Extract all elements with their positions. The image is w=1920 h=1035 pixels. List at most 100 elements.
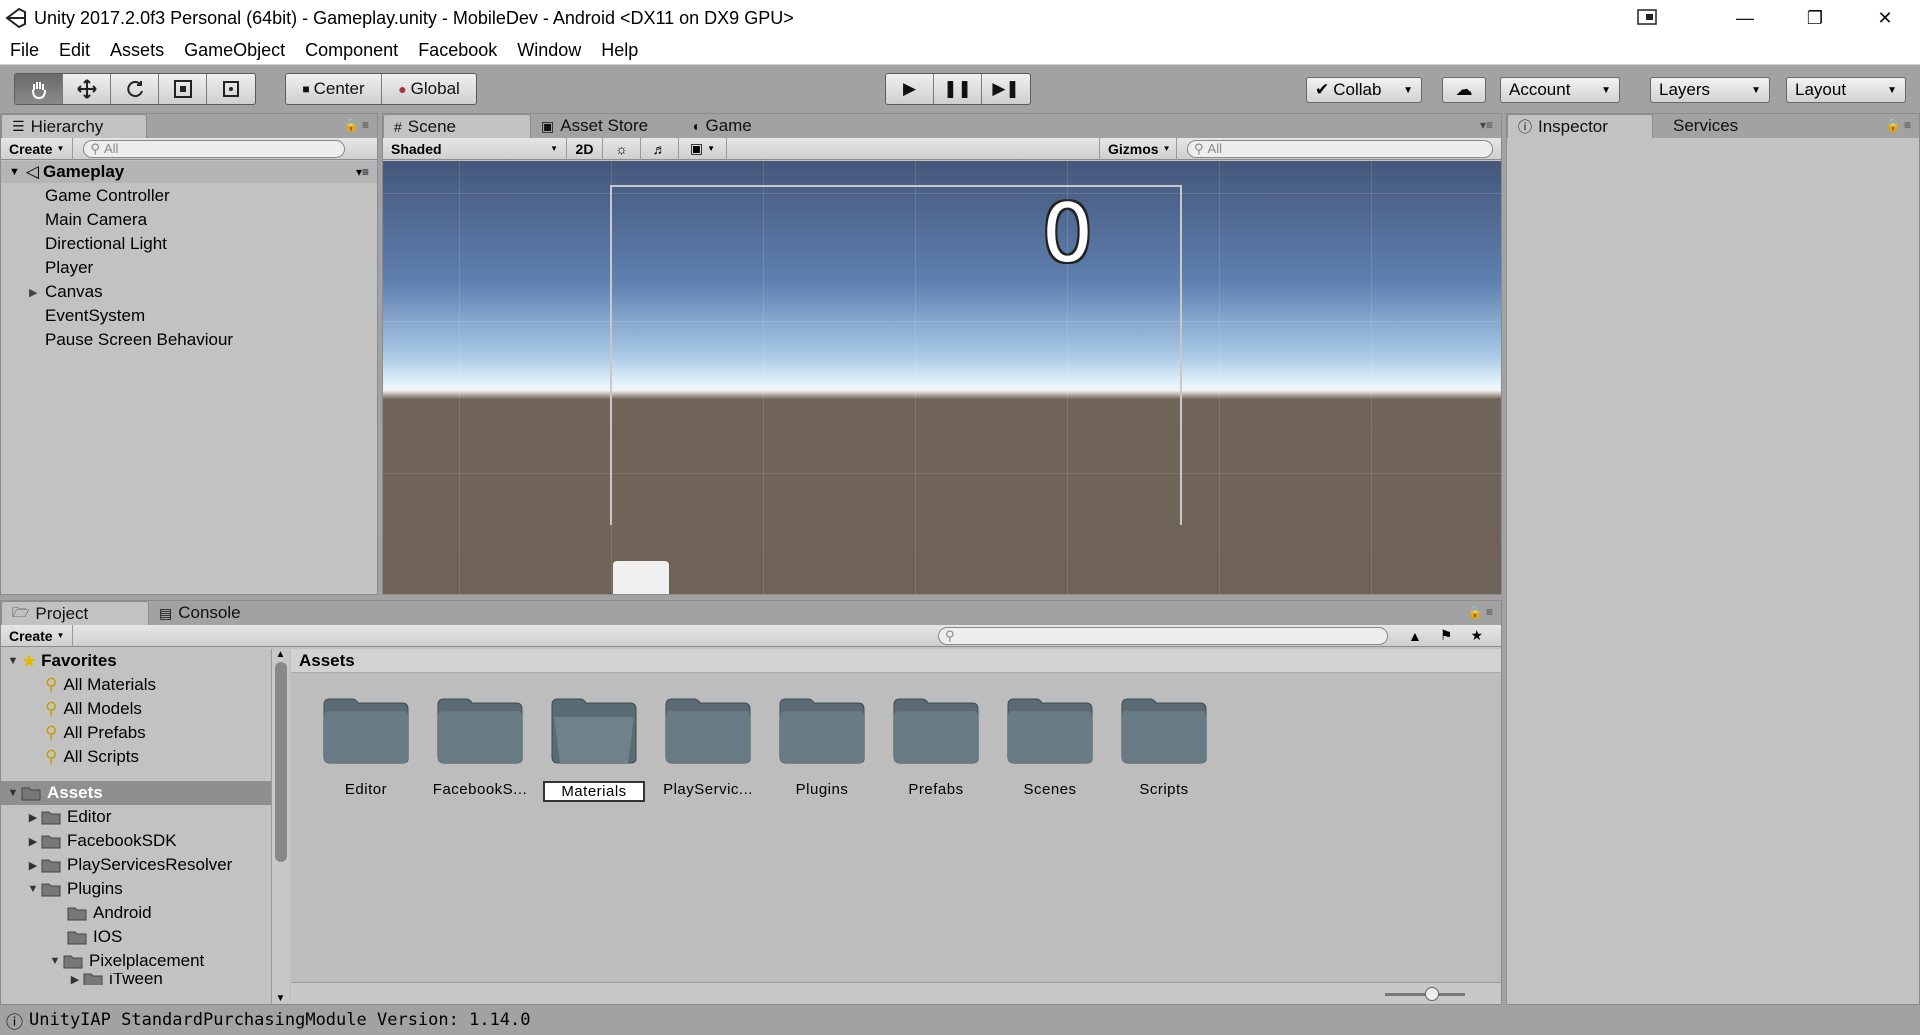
expand-arrow-icon[interactable]: ▼ [5, 787, 21, 799]
filter-type-icon[interactable]: ▲ [1408, 628, 1422, 644]
hierarchy-search-input[interactable]: ⚲ All [83, 139, 346, 158]
menu-facebook[interactable]: Facebook [408, 40, 507, 61]
asset-folder[interactable]: Scenes [995, 697, 1105, 798]
status-message[interactable]: UnityIAP StandardPurchasingModule Versio… [29, 1010, 531, 1030]
hierarchy-item[interactable]: ▶ Canvas [1, 280, 233, 304]
scene-header[interactable]: ▼ ◁ Gameplay ▾≡ [1, 161, 377, 183]
asset-folder[interactable]: Plugins [767, 697, 877, 798]
audio-toggle[interactable]: ♬ [641, 137, 679, 160]
gizmos-dropdown[interactable]: Gizmos ▼ [1099, 137, 1177, 160]
rect-tool-button[interactable] [207, 74, 255, 104]
menu-component[interactable]: Component [295, 40, 408, 61]
tree-folder-item[interactable]: ▶ FacebookSDK [1, 829, 271, 853]
hierarchy-item[interactable]: Game Controller [1, 184, 233, 208]
filter-label-icon[interactable]: ⚑ [1440, 627, 1453, 644]
scroll-down-icon[interactable]: ▼ [272, 993, 289, 1004]
scroll-up-icon[interactable]: ▲ [272, 649, 289, 660]
step-button[interactable]: ▶❚ [982, 74, 1030, 104]
expand-arrow-icon[interactable]: ▶ [25, 859, 41, 872]
asset-folder[interactable]: Prefabs [881, 697, 991, 798]
space-global-button[interactable]: ● Global [382, 74, 476, 104]
assets-root-item[interactable]: ▼ Assets [1, 781, 271, 805]
tree-folder-item[interactable]: ▼ Pixelplacement [1, 949, 271, 973]
ui-pause-button[interactable] [613, 561, 669, 594]
hierarchy-item[interactable]: Directional Light [1, 232, 233, 256]
expand-arrow-icon[interactable]: ▼ [25, 883, 41, 895]
cloud-button[interactable]: ☁ [1442, 77, 1486, 103]
lighting-toggle[interactable]: ☼ [603, 137, 641, 160]
tree-folder-item[interactable]: ▶ Editor [1, 805, 271, 829]
scrollbar-thumb[interactable] [274, 662, 287, 862]
menu-file[interactable]: File [0, 40, 49, 61]
slider-thumb[interactable] [1425, 987, 1439, 1001]
scene-viewport[interactable]: 0 [383, 161, 1501, 594]
icon-size-slider[interactable] [1385, 987, 1465, 1001]
close-button[interactable]: ✕ [1850, 0, 1920, 36]
expand-arrow-icon[interactable]: ▶ [67, 973, 83, 986]
effects-dropdown[interactable]: ▣ ▼ [679, 137, 727, 160]
rotate-tool-button[interactable] [111, 74, 159, 104]
tab-scene[interactable]: # Scene [383, 114, 531, 138]
panel-menu-icon[interactable]: ▾≡ [1480, 118, 1493, 132]
minimize-button[interactable]: — [1710, 0, 1780, 36]
create-dropdown[interactable]: Create ▼ [1, 137, 74, 160]
favorite-item[interactable]: ⚲ All Prefabs [1, 721, 271, 745]
play-button[interactable]: ▶ [886, 74, 934, 104]
expand-arrow-icon[interactable]: ▶ [25, 811, 41, 824]
expand-arrow-icon[interactable]: ▶ [29, 286, 37, 299]
favorite-item[interactable]: ⚲ All Materials [1, 673, 271, 697]
project-search-input[interactable]: ⚲ [938, 626, 1389, 645]
tab-inspector[interactable]: ⓘ Inspector [1507, 114, 1653, 138]
pivot-center-button[interactable]: ■ Center [286, 74, 382, 104]
tab-hierarchy[interactable]: ☰ Hierarchy [1, 114, 147, 138]
menu-help[interactable]: Help [591, 40, 648, 61]
tree-folder-item[interactable]: IOS [1, 925, 271, 949]
notification-icon[interactable] [1636, 6, 1660, 28]
collab-dropdown[interactable]: ✔ Collab ▼ [1306, 77, 1422, 103]
tab-game[interactable]: ◖ Game [681, 114, 762, 138]
layers-dropdown[interactable]: Layers ▼ [1650, 77, 1770, 103]
move-tool-button[interactable] [63, 74, 111, 104]
shading-mode-dropdown[interactable]: Shaded ▼ [383, 137, 567, 160]
scene-menu-icon[interactable]: ▾≡ [356, 165, 369, 179]
favorite-star-icon[interactable]: ★ [1470, 627, 1483, 644]
asset-folder[interactable]: PlayServic... [653, 697, 763, 798]
tab-asset-store[interactable]: ▣ Asset Store [531, 114, 681, 138]
menu-window[interactable]: Window [507, 40, 591, 61]
hand-tool-button[interactable] [15, 74, 63, 104]
scene-search-input[interactable]: ⚲ All [1187, 139, 1493, 158]
favorite-item[interactable]: ⚲ All Models [1, 697, 271, 721]
hierarchy-item[interactable]: Pause Screen Behaviour [1, 328, 233, 352]
pause-button[interactable]: ❚❚ [934, 74, 982, 104]
favorite-item[interactable]: ⚲ All Scripts [1, 745, 271, 769]
lock-icon[interactable]: 🔒 ≡ [344, 118, 369, 132]
asset-folder[interactable]: Scripts [1109, 697, 1219, 798]
tree-scrollbar[interactable]: ▲ ▼ [271, 649, 289, 1004]
tree-folder-item[interactable]: ▶ iTween [1, 973, 271, 985]
lock-icon[interactable]: 🔒 ≡ [1886, 118, 1911, 132]
tree-folder-item[interactable]: ▼ Plugins [1, 877, 271, 901]
tab-project[interactable]: 🗁 Project [1, 601, 149, 625]
asset-folder-selected[interactable]: Materials [539, 697, 649, 802]
scale-tool-button[interactable] [159, 74, 207, 104]
favorites-header[interactable]: ▼ ★ Favorites [1, 649, 271, 673]
tab-services[interactable]: Services [1653, 114, 1748, 138]
hierarchy-item[interactable]: EventSystem [1, 304, 233, 328]
hierarchy-item[interactable]: Player [1, 256, 233, 280]
tree-folder-item[interactable]: Android [1, 901, 271, 925]
hierarchy-item[interactable]: Main Camera [1, 208, 233, 232]
tab-console[interactable]: ▤ Console [149, 601, 251, 625]
mode-2d-toggle[interactable]: 2D [567, 137, 603, 160]
layout-dropdown[interactable]: Layout ▼ [1786, 77, 1906, 103]
restore-button[interactable]: ❐ [1780, 0, 1850, 36]
menu-assets[interactable]: Assets [100, 40, 174, 61]
menu-gameobject[interactable]: GameObject [174, 40, 295, 61]
menu-edit[interactable]: Edit [49, 40, 100, 61]
asset-folder[interactable]: Editor [311, 697, 421, 798]
lock-icon[interactable]: 🔒 ≡ [1468, 605, 1493, 619]
expand-arrow-icon[interactable]: ▼ [47, 955, 63, 967]
expand-arrow-icon[interactable]: ▶ [25, 835, 41, 848]
create-dropdown[interactable]: Create ▼ [1, 624, 74, 647]
tree-folder-item[interactable]: ▶ PlayServicesResolver [1, 853, 271, 877]
account-dropdown[interactable]: Account ▼ [1500, 77, 1620, 103]
